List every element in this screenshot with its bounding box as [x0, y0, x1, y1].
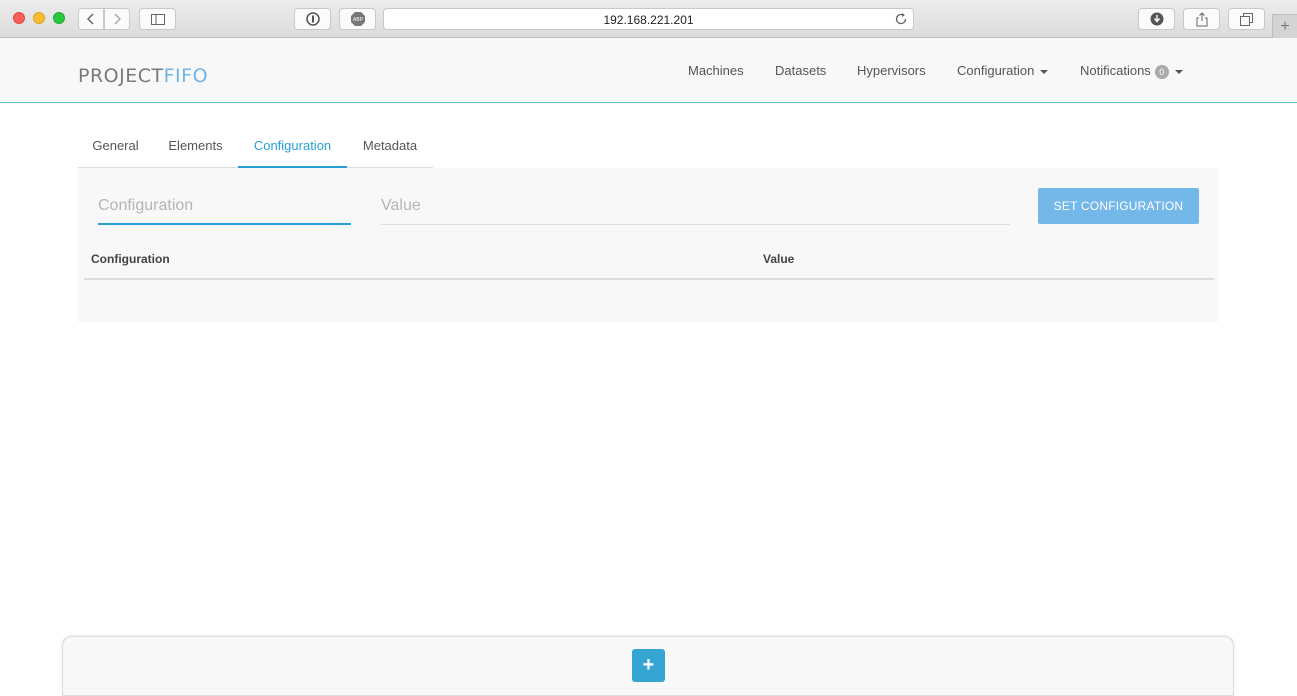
back-button[interactable]: [78, 8, 104, 30]
sidebar-toggle-button[interactable]: [139, 8, 176, 30]
configuration-value-input[interactable]: Value: [381, 190, 1010, 225]
column-header-configuration: Configuration: [91, 252, 170, 266]
nav-configuration-label: Configuration: [957, 63, 1035, 78]
password-manager-icon: [305, 12, 320, 26]
configuration-key-input[interactable]: Configuration: [98, 190, 351, 225]
adblock-icon: ABP: [350, 12, 365, 26]
configuration-panel: Configuration Value SET CONFIGURATION Co…: [78, 168, 1218, 322]
close-window-button[interactable]: [13, 12, 25, 24]
configuration-table-header: Configuration Value: [84, 246, 1214, 280]
browser-toolbar: ABP 192.168.221.201 +: [0, 0, 1297, 38]
forward-button[interactable]: [104, 8, 130, 30]
project-fifo-logo[interactable]: PROJECTFIFO: [78, 65, 208, 87]
nav-datasets[interactable]: Datasets: [775, 63, 826, 78]
zoom-window-button[interactable]: [53, 12, 65, 24]
tab-general[interactable]: General: [78, 128, 153, 168]
chevron-right-icon: [114, 13, 121, 25]
download-icon: [1150, 12, 1163, 26]
nav-notifications-label: Notifications: [1080, 63, 1151, 78]
tab-configuration[interactable]: Configuration: [238, 128, 347, 168]
nav-configuration-dropdown[interactable]: Configuration: [957, 63, 1049, 78]
address-bar[interactable]: 192.168.221.201: [383, 8, 914, 30]
caret-down-icon: [1040, 69, 1049, 74]
app-navbar: PROJECTFIFO Machines Datasets Hypervisor…: [0, 38, 1297, 103]
adblock-button[interactable]: ABP: [339, 8, 376, 30]
tabs-icon: [1240, 12, 1253, 26]
bottom-action-bar: +: [62, 636, 1234, 696]
plus-icon: +: [642, 654, 655, 676]
tab-metadata[interactable]: Metadata: [347, 128, 433, 168]
column-header-value: Value: [763, 252, 795, 266]
nav-hypervisors[interactable]: Hypervisors: [857, 63, 926, 78]
nav-notifications-dropdown[interactable]: Notifications 0: [1080, 63, 1183, 79]
nav-machines[interactable]: Machines: [688, 63, 744, 78]
logo-text-fifo: FIFO: [163, 65, 209, 87]
logo-text-project: PROJECT: [78, 65, 164, 87]
share-icon: [1196, 11, 1207, 26]
downloads-button[interactable]: [1138, 8, 1175, 30]
new-tab-button[interactable]: +: [1272, 14, 1297, 38]
detail-tabs: General Elements Configuration Metadata: [78, 128, 433, 168]
password-button[interactable]: [294, 8, 331, 30]
reload-icon[interactable]: [894, 12, 908, 26]
set-configuration-button[interactable]: SET CONFIGURATION: [1038, 188, 1199, 224]
share-button[interactable]: [1183, 8, 1220, 30]
plus-icon: +: [1280, 17, 1290, 35]
notifications-count-badge: 0: [1154, 64, 1169, 79]
sidebar-icon: [150, 13, 165, 25]
add-button[interactable]: +: [632, 649, 665, 682]
caret-down-icon: [1174, 69, 1183, 74]
tabs-overview-button[interactable]: [1228, 8, 1265, 30]
tab-elements[interactable]: Elements: [153, 128, 238, 168]
url-text: 192.168.221.201: [603, 13, 694, 27]
minimize-window-button[interactable]: [33, 12, 45, 24]
svg-text:ABP: ABP: [352, 17, 363, 23]
chevron-left-icon: [87, 13, 94, 25]
